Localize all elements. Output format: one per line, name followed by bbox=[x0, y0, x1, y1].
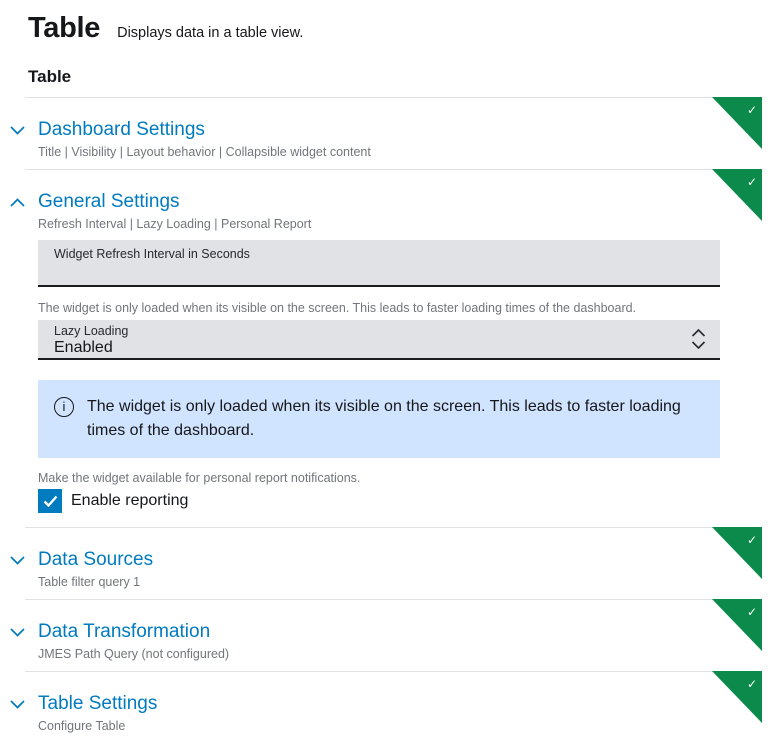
chevron-down-icon bbox=[10, 556, 25, 565]
select-stepper[interactable] bbox=[691, 329, 706, 349]
chevron-up-icon bbox=[691, 329, 706, 337]
lazy-loading-helper-text: The widget is only loaded when its visib… bbox=[38, 301, 720, 316]
lazy-loading-select[interactable]: Lazy Loading Enabled bbox=[38, 320, 720, 360]
accordion-section-data-sources: ✓ Data Sources Table filter query 1 bbox=[0, 527, 779, 599]
reporting-helper-text: Make the widget available for personal r… bbox=[38, 471, 720, 486]
section-subtitle: Refresh Interval | Lazy Loading | Person… bbox=[38, 217, 311, 232]
chevron-down-icon bbox=[10, 628, 25, 637]
section-subtitle: Table filter query 1 bbox=[38, 575, 153, 590]
accordion-section-data-transformation: ✓ Data Transformation JMES Path Query (n… bbox=[0, 599, 779, 671]
refresh-interval-label: Widget Refresh Interval in Seconds bbox=[54, 247, 250, 261]
table-settings-header[interactable]: Table Settings Configure Table bbox=[0, 672, 779, 743]
section-title: General Settings bbox=[38, 190, 311, 213]
section-title: Dashboard Settings bbox=[38, 118, 371, 141]
check-icon: ✓ bbox=[747, 176, 757, 188]
section-subtitle: JMES Path Query (not configured) bbox=[38, 647, 229, 662]
refresh-interval-input[interactable]: Widget Refresh Interval in Seconds bbox=[38, 240, 720, 287]
checkbox-check-icon bbox=[43, 495, 58, 507]
chevron-up-icon bbox=[10, 198, 25, 207]
info-box: i The widget is only loaded when its vis… bbox=[38, 380, 720, 458]
lazy-loading-select-value: Enabled bbox=[54, 339, 113, 357]
page-header: Table Displays data in a table view. Tab… bbox=[0, 0, 779, 97]
section-subtitle: Configure Table bbox=[38, 719, 157, 734]
section-subtitle: Title | Visibility | Layout behavior | C… bbox=[38, 145, 371, 160]
enable-reporting-checkbox[interactable] bbox=[38, 489, 62, 513]
general-settings-header[interactable]: General Settings Refresh Interval | Lazy… bbox=[0, 170, 779, 234]
section-title: Data Transformation bbox=[38, 620, 229, 643]
section-title: Data Sources bbox=[38, 548, 153, 571]
page-title: Table bbox=[28, 10, 100, 46]
section-title: Table Settings bbox=[38, 692, 157, 715]
title-row: Table Displays data in a table view. bbox=[28, 10, 751, 46]
data-sources-header[interactable]: Data Sources Table filter query 1 bbox=[0, 528, 779, 599]
dashboard-settings-header[interactable]: Dashboard Settings Title | Visibility | … bbox=[0, 98, 779, 169]
chevron-down-icon bbox=[10, 126, 25, 135]
widget-section-heading: Table bbox=[28, 66, 751, 87]
page-subtitle: Displays data in a table view. bbox=[117, 25, 303, 41]
enable-reporting-label: Enable reporting bbox=[71, 492, 188, 510]
check-icon: ✓ bbox=[747, 534, 757, 546]
check-icon: ✓ bbox=[747, 678, 757, 690]
general-settings-form: Widget Refresh Interval in Seconds The w… bbox=[38, 234, 720, 527]
check-icon: ✓ bbox=[747, 606, 757, 618]
info-icon: i bbox=[54, 397, 74, 417]
chevron-down-icon bbox=[691, 341, 706, 349]
info-box-text: The widget is only loaded when its visib… bbox=[87, 395, 704, 443]
data-transformation-header[interactable]: Data Transformation JMES Path Query (not… bbox=[0, 600, 779, 671]
accordion-section-table-settings: ✓ Table Settings Configure Table bbox=[0, 671, 779, 743]
reporting-checkbox-row: Enable reporting bbox=[38, 489, 720, 513]
accordion-section-general-settings: ✓ General Settings Refresh Interval | La… bbox=[0, 169, 779, 527]
lazy-loading-select-label: Lazy Loading bbox=[54, 324, 128, 338]
chevron-down-icon bbox=[10, 700, 25, 709]
check-icon: ✓ bbox=[747, 104, 757, 116]
accordion-section-dashboard-settings: ✓ Dashboard Settings Title | Visibility … bbox=[0, 97, 779, 169]
